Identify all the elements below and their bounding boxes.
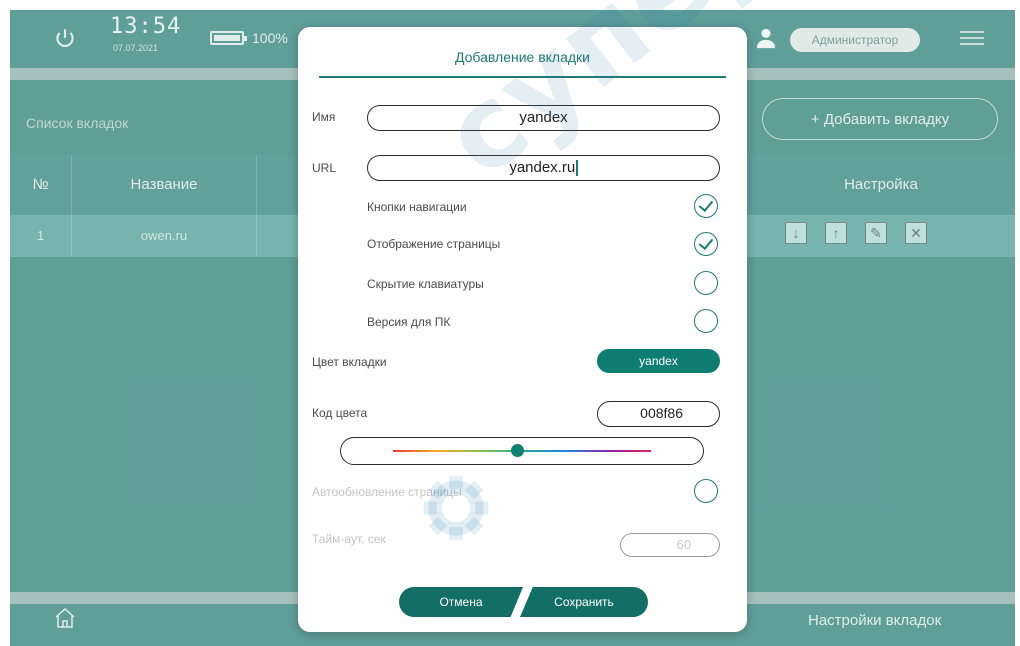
page-display-checkbox[interactable] (694, 232, 718, 256)
tab-color-preview[interactable]: yandex (597, 349, 720, 373)
text-cursor (576, 160, 578, 177)
auto-refresh-checkbox[interactable] (694, 479, 718, 503)
desktop-version-checkbox[interactable] (694, 309, 718, 333)
name-label: Имя (312, 110, 336, 124)
url-label: URL (312, 161, 337, 175)
nav-buttons-checkbox[interactable] (694, 194, 718, 218)
tab-color-label: Цвет вкладки (312, 355, 387, 369)
option-label-desktop-version: Версия для ПК (367, 315, 451, 329)
timeout-input[interactable]: 60 (620, 533, 720, 557)
save-button[interactable]: Сохранить (520, 587, 648, 617)
option-label-nav-buttons: Кнопки навигации (367, 200, 467, 214)
timeout-label: Тайм-аут, сек (312, 532, 386, 546)
watermark-gear-icon (423, 475, 489, 541)
cancel-button[interactable]: Отмена (399, 587, 523, 617)
option-label-page-display: Отображение страницы (367, 237, 501, 251)
color-code-input[interactable]: 008f86 (597, 401, 720, 427)
hue-slider[interactable] (340, 437, 704, 465)
hue-slider-handle[interactable] (511, 444, 524, 457)
hide-keyboard-checkbox[interactable] (694, 271, 718, 295)
option-label-hide-keyboard: Скрытие клавиатуры (367, 277, 484, 291)
color-code-label: Код цвета (312, 406, 368, 420)
